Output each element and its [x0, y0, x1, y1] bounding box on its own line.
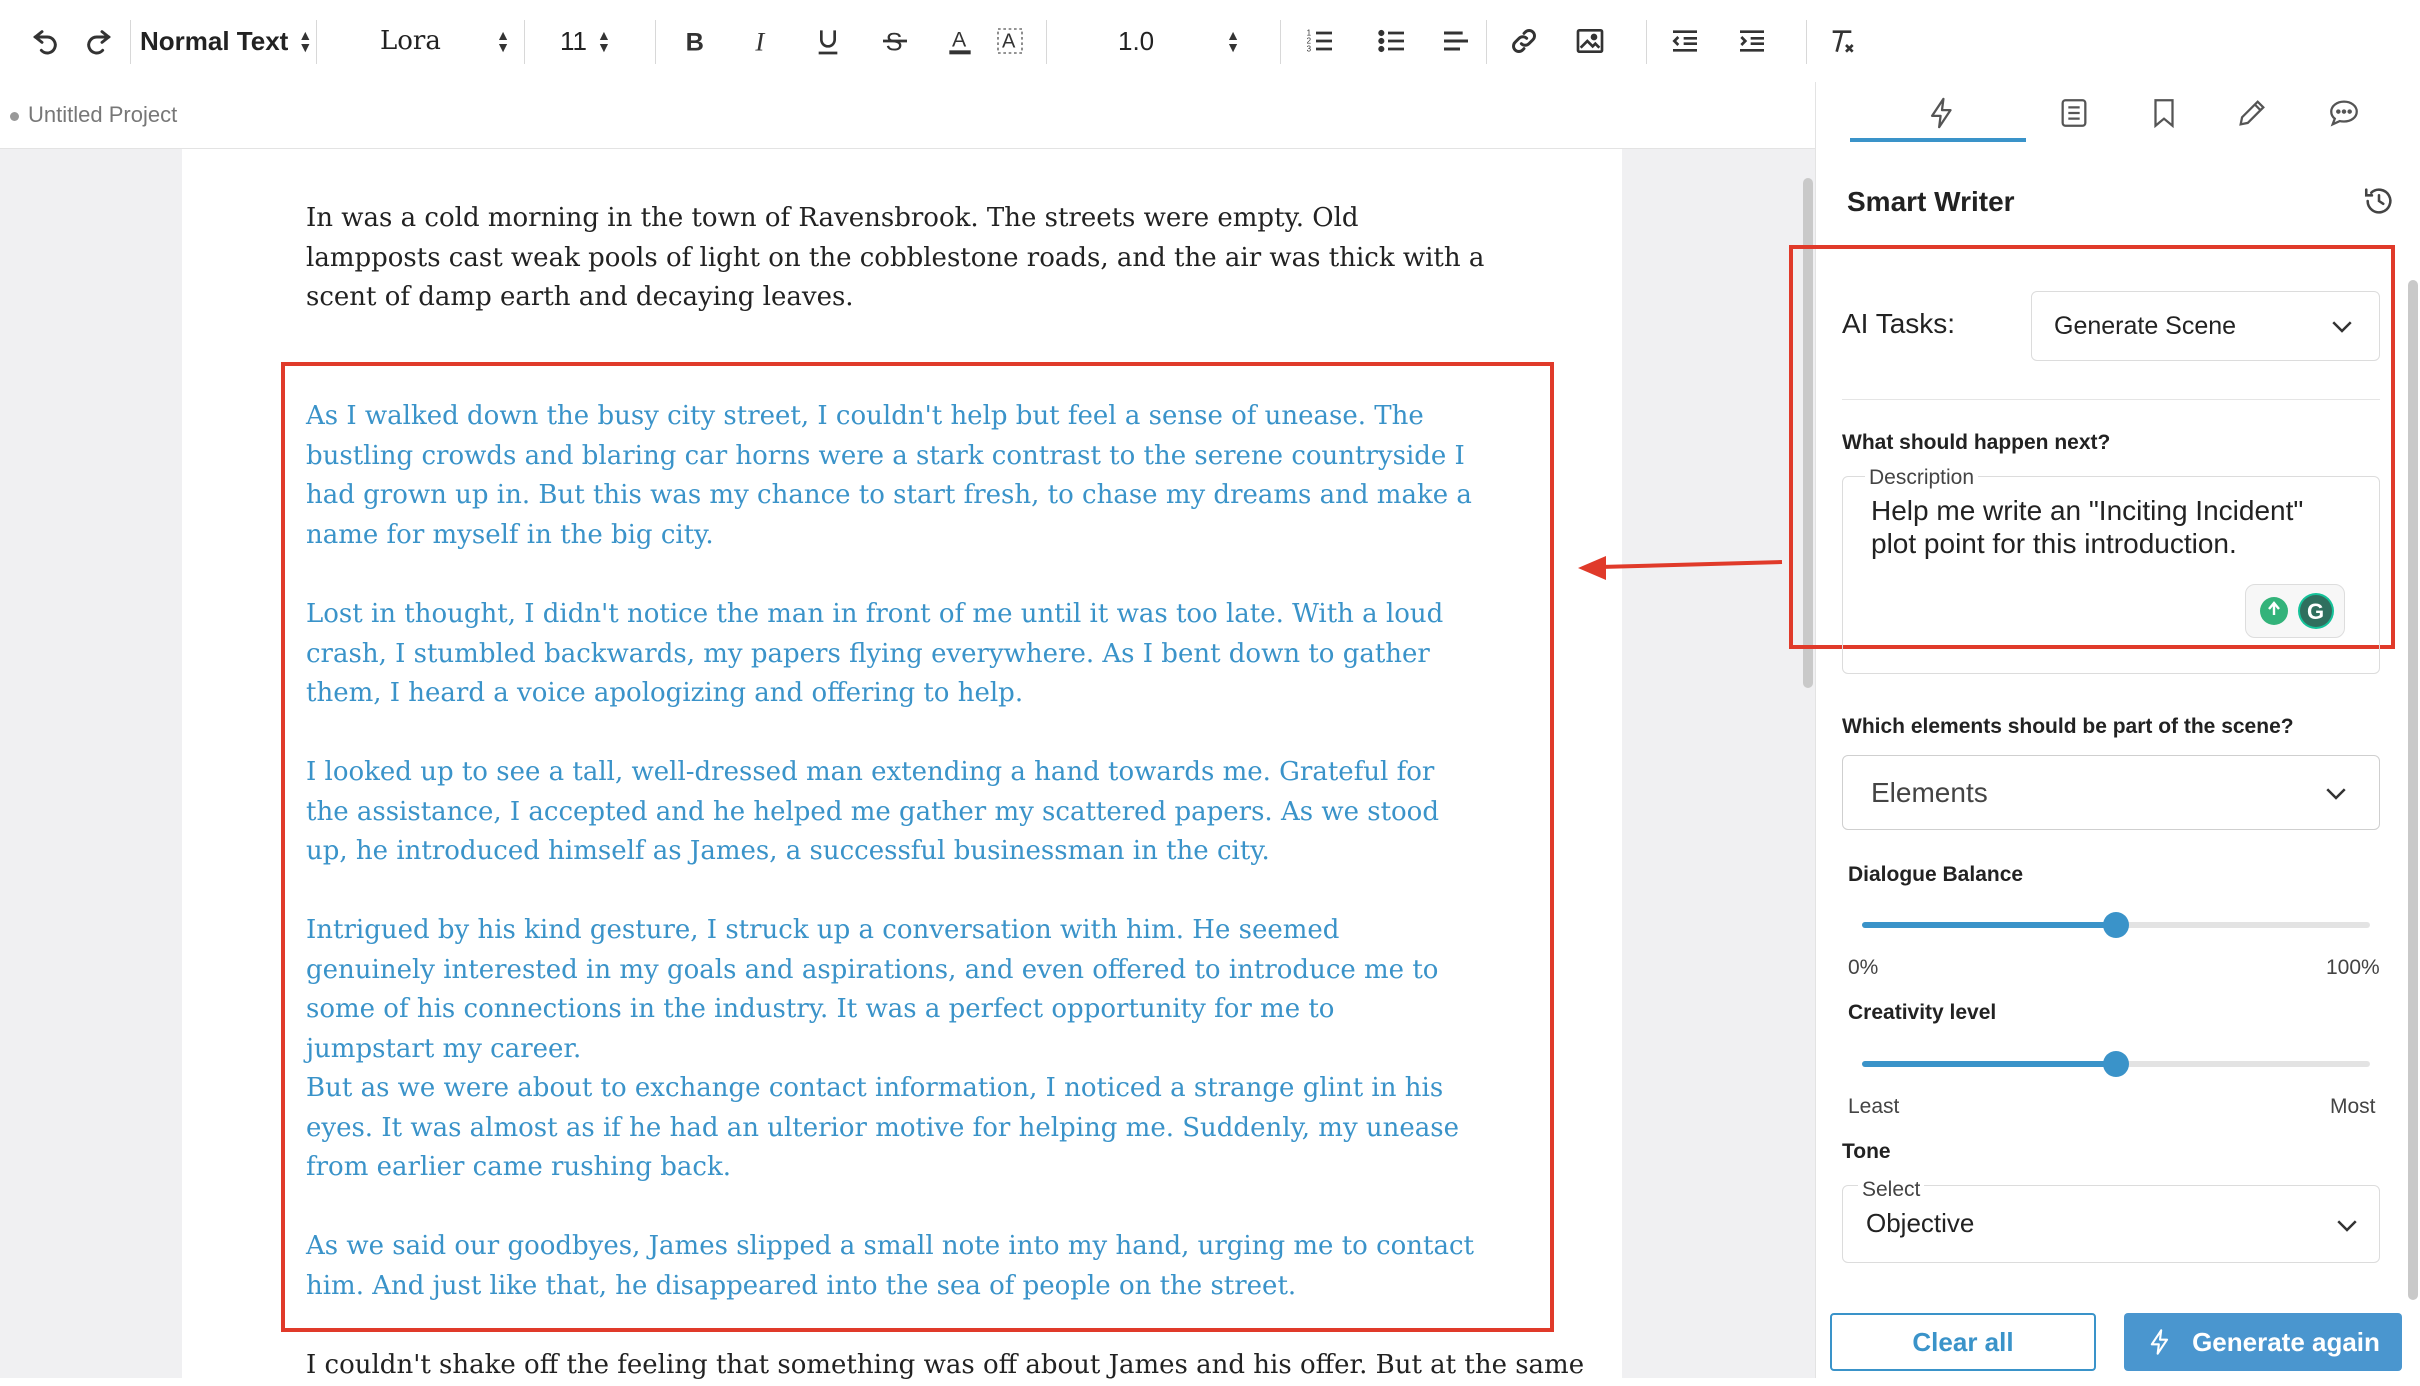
tab-bookmarks[interactable] — [2134, 88, 2194, 138]
history-icon[interactable] — [2362, 184, 2396, 218]
arrow-icon — [1578, 556, 1783, 580]
intro-paragraph[interactable]: In was a cold morning in the town of Rav… — [306, 199, 1486, 318]
clear-all-label: Clear all — [1912, 1326, 2014, 1357]
font-select[interactable]: Lora ▲ ▼ — [380, 18, 510, 64]
bookmark-icon — [2154, 99, 2174, 129]
formatting-toolbar: Normal Text ▲ ▼ Lora ▲ ▼ 11 ▲ ▼ B I S A A 1… — [0, 0, 2420, 83]
text-color-icon[interactable]: A — [940, 18, 980, 64]
svg-text:I: I — [754, 26, 765, 56]
creativity-level-slider[interactable] — [1862, 1051, 2370, 1077]
tab-comments[interactable] — [2314, 88, 2374, 138]
panel-title: Smart Writer — [1847, 186, 2015, 217]
project-name[interactable]: Untitled Project — [28, 102, 177, 128]
grammarly-widget[interactable]: G — [2245, 584, 2345, 638]
bold-icon[interactable]: B — [675, 18, 715, 64]
italic-icon[interactable]: I — [742, 18, 782, 64]
updown-icon: ▲ ▼ — [496, 27, 510, 55]
align-left-icon[interactable] — [1436, 18, 1476, 64]
grammarly-icon: G — [2260, 593, 2334, 629]
tone-value: Objective — [1866, 1208, 1975, 1238]
chevron-down-icon — [2326, 787, 2346, 800]
status-dot — [10, 112, 19, 121]
slider-fill — [1862, 922, 2116, 928]
active-tab-indicator — [1850, 138, 2026, 142]
tab-edit[interactable] — [2222, 88, 2282, 138]
svg-text:B: B — [686, 28, 704, 56]
lightning-icon — [2150, 1329, 2169, 1355]
elements-select[interactable]: Elements — [1842, 755, 2380, 830]
dialogue-max-label: 100% — [2326, 956, 2380, 979]
svg-text:A: A — [1002, 31, 1016, 53]
divider — [1842, 399, 2380, 400]
creativity-level-label: Creativity level — [1848, 1001, 1997, 1024]
chevron-down-icon — [2337, 1220, 2357, 1232]
generated-paragraph-5[interactable]: But as we were about to exchange contact… — [306, 1069, 1506, 1188]
next-question-label: What should happen next? — [1842, 431, 2111, 454]
redo-icon[interactable] — [78, 18, 118, 64]
pencil-icon — [2239, 100, 2265, 126]
style-select[interactable]: Normal Text ▲ ▼ — [140, 18, 312, 64]
dialogue-balance-label: Dialogue Balance — [1848, 863, 2024, 886]
font-select-value: Lora — [380, 26, 441, 56]
bullet-list-icon[interactable] — [1372, 18, 1412, 64]
style-select-value: Normal Text — [140, 25, 289, 56]
ai-tasks-select[interactable]: Generate Scene — [2031, 291, 2380, 361]
strikethrough-icon[interactable]: S — [875, 18, 915, 64]
elements-question-label: Which elements should be part of the sce… — [1842, 715, 2294, 738]
creativity-min-label: Least — [1848, 1095, 1900, 1118]
project-bar: Untitled Project — [0, 82, 1815, 149]
chevron-down-icon — [2332, 321, 2352, 333]
ai-tasks-value: Generate Scene — [2054, 311, 2237, 340]
generated-paragraph-2[interactable]: Lost in thought, I didn't notice the man… — [306, 595, 1486, 714]
description-text[interactable]: Help me write an "Inciting Incident" plo… — [1871, 494, 2351, 560]
tab-smart-writer[interactable] — [1912, 88, 1972, 138]
slider-handle[interactable] — [2103, 1051, 2129, 1077]
undo-icon[interactable] — [26, 18, 66, 64]
tab-outline[interactable] — [2044, 88, 2104, 138]
description-label: Description — [1865, 466, 1979, 490]
slider-handle[interactable] — [2103, 912, 2129, 938]
generate-again-label: Generate again — [2192, 1326, 2380, 1357]
highlight-color-icon[interactable]: A — [990, 18, 1030, 64]
creativity-max-label: Most — [2330, 1095, 2376, 1118]
svg-text:G: G — [2307, 599, 2324, 624]
elements-placeholder: Elements — [1871, 776, 1988, 808]
updown-icon: ▲ ▼ — [298, 27, 313, 55]
chat-bubble-icon — [2330, 100, 2358, 127]
generate-again-button[interactable]: Generate again — [2124, 1313, 2402, 1371]
outdent-icon[interactable] — [1665, 18, 1705, 64]
svg-text:A: A — [952, 27, 967, 51]
updown-icon: ▲ ▼ — [597, 27, 611, 55]
svg-text:3: 3 — [1307, 45, 1312, 54]
generated-paragraph-1[interactable]: As I walked down the busy city street, I… — [306, 397, 1506, 555]
generated-paragraph-4[interactable]: Intrigued by his kind gesture, I struck … — [306, 911, 1446, 1069]
document-icon — [2061, 99, 2087, 127]
tone-label: Tone — [1842, 1140, 1891, 1163]
link-icon[interactable] — [1504, 18, 1544, 64]
dialogue-balance-slider[interactable] — [1862, 912, 2370, 938]
generated-paragraph-3[interactable]: I looked up to see a tall, well-dressed … — [306, 753, 1446, 872]
slider-fill — [1862, 1061, 2116, 1067]
lightning-icon — [1930, 97, 1952, 129]
clear-all-button[interactable]: Clear all — [1830, 1313, 2096, 1371]
indent-icon[interactable] — [1732, 18, 1772, 64]
line-spacing-value: 1.0 — [1118, 25, 1155, 56]
line-spacing-select[interactable]: 1.0 ▲ ▼ — [1118, 18, 1240, 64]
tone-select-label: Select — [1858, 1178, 1925, 1202]
dialogue-min-label: 0% — [1848, 956, 1879, 979]
ordered-list-icon[interactable]: 123 — [1300, 18, 1340, 64]
ai-tasks-label: AI Tasks: — [1842, 308, 1956, 339]
underline-icon[interactable] — [808, 18, 848, 64]
font-size-select[interactable]: 11 ▲ ▼ — [560, 18, 611, 64]
updown-icon: ▲ ▼ — [1226, 27, 1240, 55]
clear-format-icon[interactable] — [1822, 18, 1862, 64]
font-size-value: 11 — [560, 25, 587, 56]
panel-scrollbar[interactable] — [2408, 280, 2418, 1300]
generated-paragraph-6[interactable]: As we said our goodbyes, James slipped a… — [306, 1227, 1486, 1306]
continuing-paragraph[interactable]: I couldn't shake off the feeling that so… — [306, 1346, 1606, 1386]
svg-text:S: S — [886, 28, 903, 56]
image-icon[interactable] — [1570, 18, 1610, 64]
